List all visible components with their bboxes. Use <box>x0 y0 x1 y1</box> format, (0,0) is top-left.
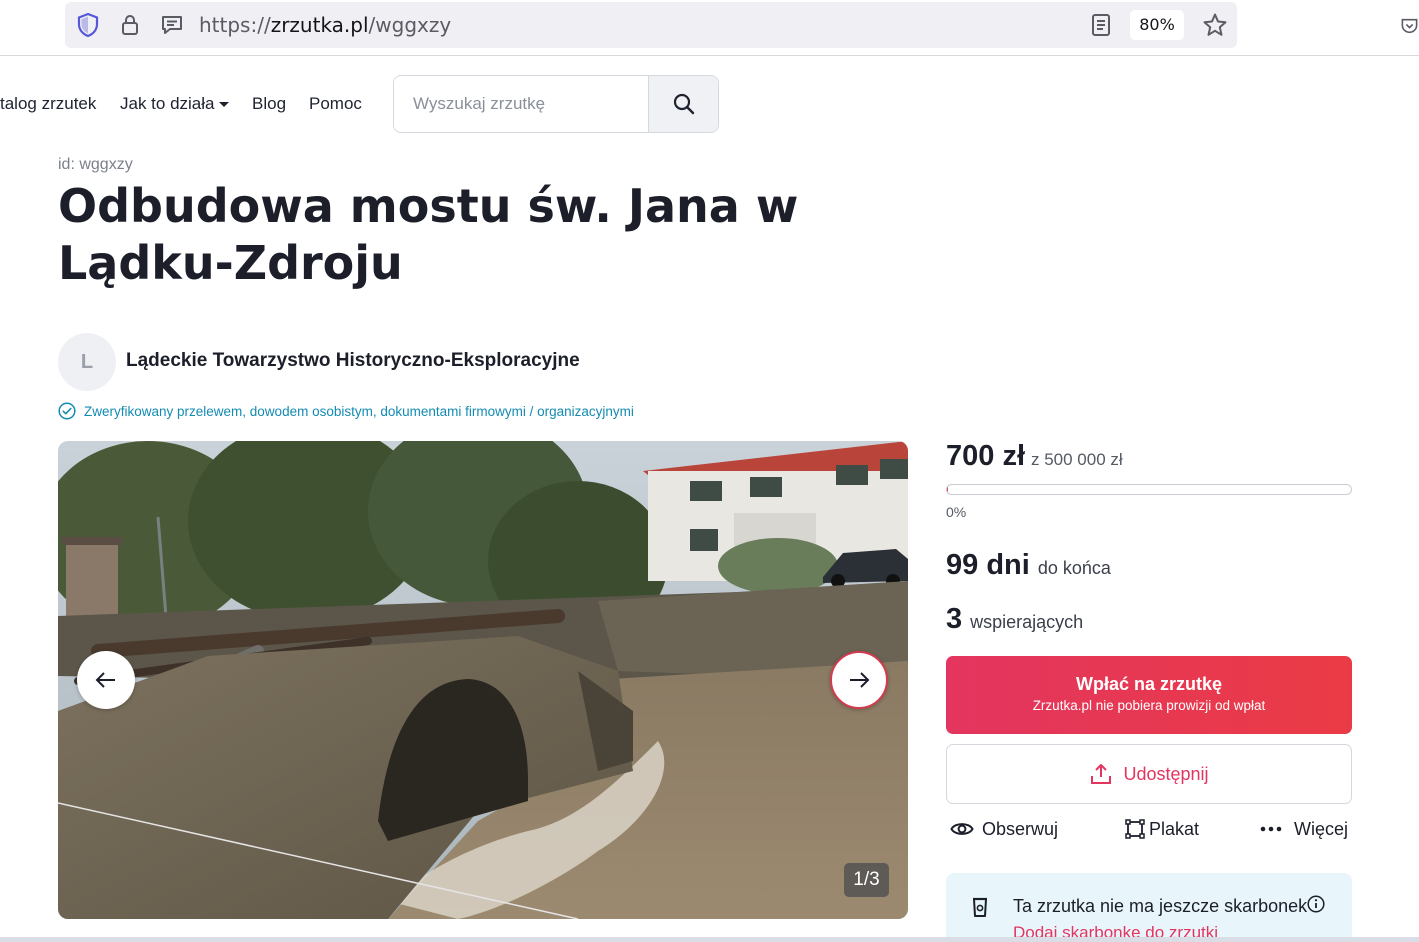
nav-how-it-works-label: Jak to działa <box>120 94 215 113</box>
more-dots-icon <box>1260 826 1282 832</box>
window-bottom-edge <box>0 937 1419 942</box>
url-text[interactable]: https://zrzutka.pl/wggxzy <box>199 2 451 48</box>
reader-view-icon[interactable] <box>1089 2 1113 48</box>
nav-how-it-works[interactable]: Jak to działa <box>120 94 229 114</box>
supporters-count: 3 wspierających <box>946 603 1083 636</box>
donate-sublabel: Zrzutka.pl nie pobiera prowizji od wpłat <box>1032 698 1266 713</box>
browser-toolbar: https://zrzutka.pl/wggxzy 80% <box>0 0 1419 56</box>
zoom-level[interactable]: 80% <box>1130 10 1184 40</box>
donate-label: Wpłać na zrzutkę <box>1075 674 1223 694</box>
site-nav: talog zrzutek Jak to działa Blog Pomoc <box>0 56 1419 152</box>
search-icon <box>673 93 694 115</box>
gallery-next-button[interactable] <box>830 651 888 709</box>
raised-value: 700 zł <box>946 440 1025 472</box>
piggy-bank-icon <box>973 897 987 917</box>
more-button[interactable]: Więcej <box>1260 815 1348 843</box>
poster-label: Plakat <box>1149 818 1200 839</box>
caret-down-icon <box>218 102 229 108</box>
share-icon <box>1091 764 1112 784</box>
lock-icon[interactable] <box>118 2 142 48</box>
check-circle-icon <box>58 402 76 420</box>
share-button[interactable]: Udostępnij <box>946 744 1352 804</box>
address-bar[interactable]: https://zrzutka.pl/wggxzy 80% <box>65 2 1237 48</box>
days-left: 99 dni do końca <box>946 549 1111 582</box>
poster-button[interactable]: Plakat <box>1125 815 1199 843</box>
gallery-prev-button[interactable] <box>77 651 135 709</box>
poster-icon <box>1125 819 1145 839</box>
arrow-right-icon <box>850 672 870 688</box>
share-label: Udostępnij <box>1123 763 1209 784</box>
nav-catalog[interactable]: talog zrzutek <box>0 94 96 114</box>
image-gallery[interactable]: 1/3 <box>58 441 908 919</box>
search-input[interactable] <box>394 76 649 132</box>
info-icon[interactable] <box>1307 895 1325 913</box>
days-left-value: 99 dni <box>946 549 1030 581</box>
campaign-id: id: wggxzy <box>58 156 133 173</box>
progress-percent: 0% <box>946 504 967 520</box>
gallery-photo <box>58 441 908 919</box>
supporters-label: wspierających <box>970 612 1084 632</box>
arrow-left-icon <box>95 672 115 688</box>
more-label: Więcej <box>1294 818 1349 839</box>
days-left-label: do końca <box>1037 558 1111 578</box>
url-scheme: https:// <box>199 13 271 37</box>
gallery-counter: 1/3 <box>844 863 889 897</box>
verified-badge: Zweryfikowany przelewem, dowodem osobist… <box>58 402 634 420</box>
donate-button[interactable]: Wpłać na zrzutkę Zrzutka.pl nie pobiera … <box>946 656 1352 734</box>
progress-fill <box>947 485 948 494</box>
nav-blog[interactable]: Blog <box>252 94 286 114</box>
watch-label: Obserwuj <box>982 818 1059 839</box>
supporters-value: 3 <box>946 603 963 635</box>
shield-icon[interactable] <box>75 2 101 48</box>
piggy-bank-text: Ta zrzutka nie ma jeszcze skarbonek <box>1013 896 1308 916</box>
verified-text: Zweryfikowany przelewem, dowodem osobist… <box>84 403 634 419</box>
organizer-name[interactable]: Lądeckie Towarzystwo Historyczno-Eksplor… <box>126 350 580 372</box>
watch-button[interactable]: Obserwuj <box>950 815 1058 843</box>
page-info-icon[interactable] <box>160 2 184 48</box>
progress-bar <box>946 484 1352 495</box>
pocket-icon[interactable] <box>1400 3 1419 49</box>
raised-amount: 700 zł z 500 000 zł <box>946 440 1123 473</box>
piggy-bank-info: Ta zrzutka nie ma jeszcze skarbonek Doda… <box>946 873 1352 942</box>
bookmark-star-icon[interactable] <box>1201 2 1229 48</box>
url-domain: zrzutka.pl <box>270 13 369 37</box>
url-path: /wggxzy <box>368 13 452 37</box>
goal-value: z 500 000 zł <box>1031 450 1123 469</box>
nav-help[interactable]: Pomoc <box>309 94 362 114</box>
eye-icon <box>950 823 974 835</box>
search-button[interactable] <box>648 76 718 132</box>
page-title: Odbudowa mostu św. Jana w Lądku-Zdroju <box>58 179 799 290</box>
avatar[interactable]: L <box>58 333 116 391</box>
search-box <box>393 75 719 133</box>
